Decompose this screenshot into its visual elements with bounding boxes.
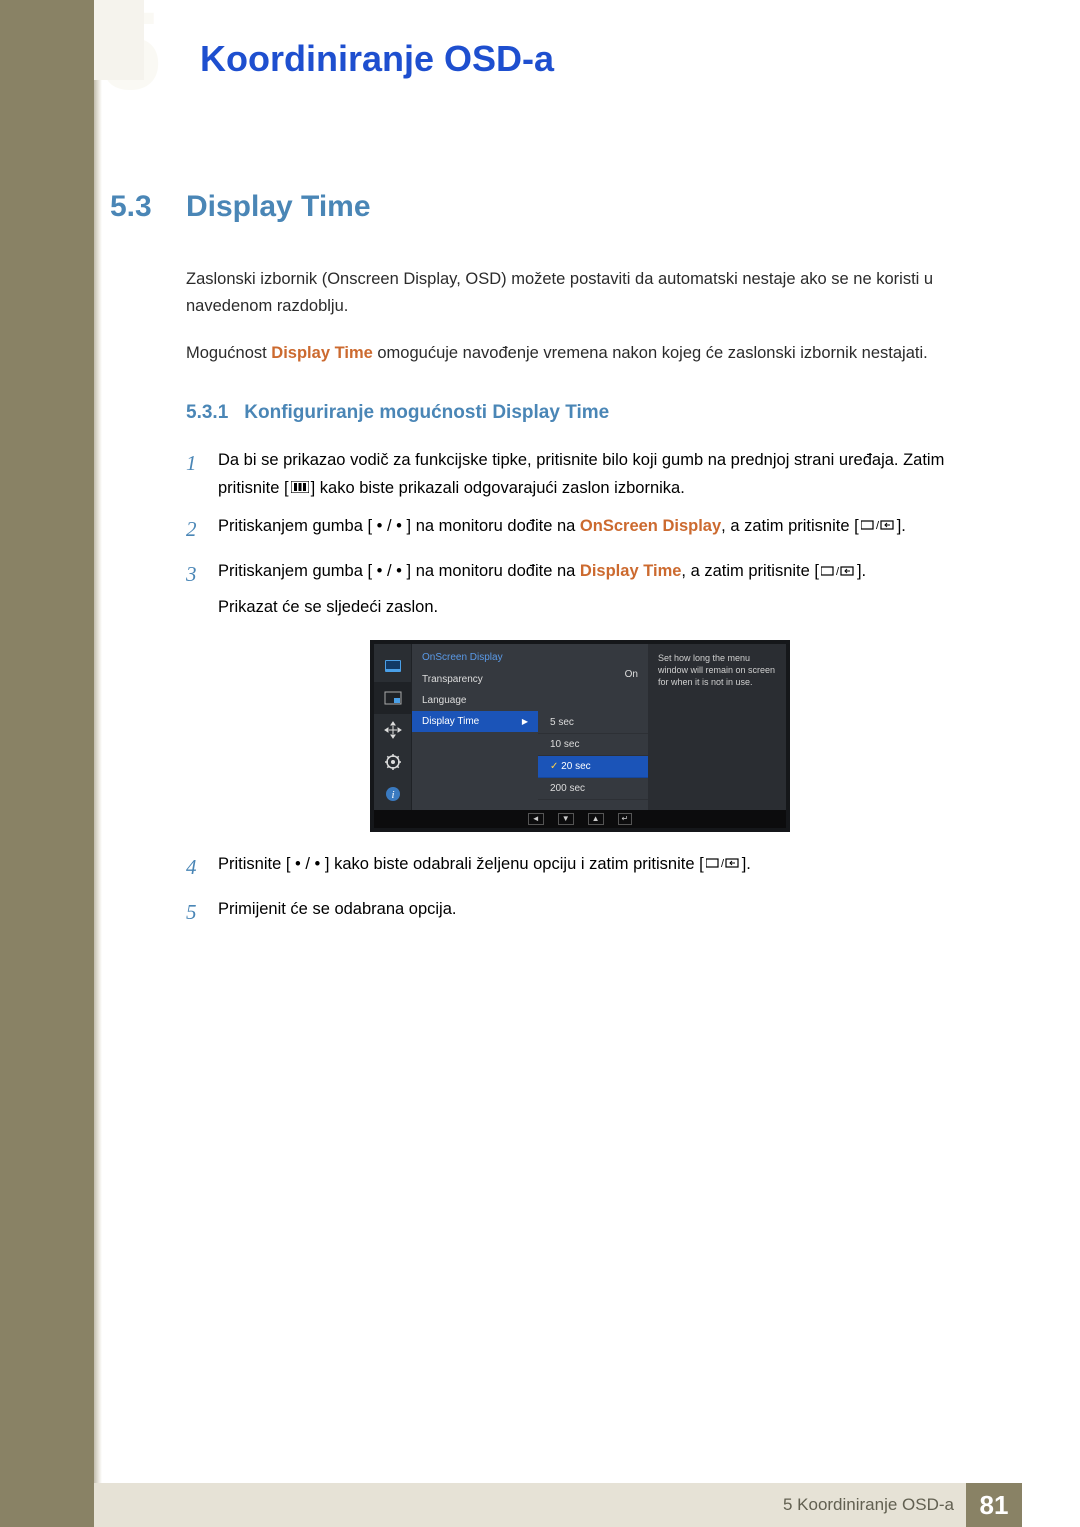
text-fragment: Prikazat će se sljedeći zaslon.: [218, 593, 866, 621]
section-title: Display Time: [186, 190, 371, 224]
osd-menu-header: OnScreen Display: [412, 650, 538, 669]
step-5: 5 Primijenit će se odabrana opcija.: [186, 895, 990, 931]
left-margin-bar: [0, 0, 94, 1527]
osd-screenshot: i OnScreen Display Transparency Language…: [370, 640, 790, 832]
dots-separator: • / •: [372, 562, 406, 580]
highlight-display-time: Display Time: [271, 344, 373, 362]
osd-item-language: Language: [412, 690, 538, 711]
osd-nav-footer: ◄ ▼ ▲ ↵: [374, 810, 786, 828]
move-icon: [374, 714, 411, 746]
chevron-right-icon: ▶: [522, 717, 528, 726]
osd-item-label: Transparency: [422, 674, 483, 685]
step-number: 5: [186, 895, 204, 931]
step-2: 2 Pritiskanjem gumba [ • / • ] na monito…: [186, 512, 990, 548]
osd-help-column: Set how long the menu window will remain…: [648, 644, 786, 810]
text-fragment: Pritisnite [: [218, 855, 290, 873]
svg-text:i: i: [391, 789, 394, 801]
text-fragment: Primijenit će se odabrana opcija.: [218, 895, 456, 931]
subsection-heading: 5.3.1 Konfiguriranje mogućnosti Display …: [186, 402, 990, 424]
text-fragment: ] na monitoru dođite na: [407, 517, 580, 535]
step-4: 4 Pritisnite [ • / • ] kako biste odabra…: [186, 850, 990, 886]
text-fragment: ] kako biste prikazali odgovarajući zasl…: [311, 479, 685, 497]
osd-options-column: On 5 sec 10 sec 20 sec 200 sec: [538, 644, 648, 810]
text-fragment: ].: [857, 562, 866, 580]
info-icon: i: [374, 778, 411, 810]
text-fragment: ] na monitoru dođite na: [407, 562, 580, 580]
content-area: 5.3 Display Time Zaslonski izbornik (Ons…: [110, 190, 990, 941]
page-shadow: [94, 0, 102, 1527]
step-number: 2: [186, 512, 204, 548]
section-heading: 5.3 Display Time: [110, 190, 990, 224]
text-fragment: ].: [742, 855, 751, 873]
osd-item-value: On: [625, 669, 638, 680]
text-fragment: ] kako biste odabrali željenu opciju i z…: [325, 855, 704, 873]
page-footer: 5 Koordiniranje OSD-a 81: [94, 1483, 1080, 1527]
osd-item-display-time: Display Time ▶: [412, 711, 538, 732]
nav-down-icon: ▼: [558, 813, 574, 825]
osd-option: 200 sec: [538, 778, 648, 800]
chapter-tab: [94, 0, 144, 80]
subsection-number: 5.3.1: [186, 402, 228, 424]
step-3: 3 Pritiskanjem gumba [ • / • ] na monito…: [186, 557, 990, 621]
text-fragment: omogućuje navođenje vremena nakon kojeg …: [373, 344, 928, 362]
enter-combo-icon: /: [821, 564, 855, 581]
nav-left-icon: ◄: [528, 813, 544, 825]
intro-text: Zaslonski izbornik (Onscreen Display, OS…: [186, 266, 990, 368]
intro-paragraph-2: Mogućnost Display Time omogućuje navođen…: [186, 340, 990, 367]
highlight-display-time: Display Time: [580, 562, 682, 580]
enter-combo-icon: /: [706, 856, 740, 873]
step-1: 1 Da bi se prikazao vodič za funkcijske …: [186, 446, 990, 502]
dots-separator: • / •: [290, 855, 324, 873]
osd-option: 10 sec: [538, 734, 648, 756]
page-title: Koordiniranje OSD-a: [200, 38, 554, 80]
step-number: 3: [186, 557, 204, 621]
enter-combo-icon: /: [861, 518, 895, 535]
step-number: 4: [186, 850, 204, 886]
intro-paragraph-1: Zaslonski izbornik (Onscreen Display, OS…: [186, 266, 990, 320]
svg-text:/: /: [876, 520, 880, 531]
gear-icon: [374, 746, 411, 778]
osd-main-panel: OnScreen Display Transparency Language D…: [412, 644, 786, 810]
text-fragment: Mogućnost: [186, 344, 271, 362]
nav-up-icon: ▲: [588, 813, 604, 825]
svg-text:/: /: [721, 858, 725, 869]
text-fragment: ].: [897, 517, 906, 535]
footer-page-number: 81: [966, 1483, 1022, 1527]
osd-option-selected: 20 sec: [538, 756, 648, 778]
osd-menu-column: OnScreen Display Transparency Language D…: [412, 644, 538, 810]
text-fragment: Pritiskanjem gumba [: [218, 517, 372, 535]
picture-icon: [374, 650, 411, 682]
dots-separator: • / •: [372, 517, 406, 535]
text-fragment: Pritiskanjem gumba [: [218, 562, 372, 580]
osd-coordinate-icon: [374, 682, 411, 714]
text-fragment: , a zatim pritisnite [: [721, 517, 859, 535]
subsection-title: Konfiguriranje mogućnosti Display Time: [244, 402, 609, 424]
osd-item-transparency: Transparency: [412, 669, 538, 690]
footer-chapter-label: 5 Koordiniranje OSD-a: [783, 1495, 954, 1515]
osd-sidebar: i: [374, 644, 412, 810]
osd-item-label: Language: [422, 695, 467, 706]
step-number: 1: [186, 446, 204, 502]
osd-item-label: Display Time: [422, 716, 479, 727]
svg-text:/: /: [836, 566, 840, 577]
footer-cap: [1022, 1483, 1080, 1527]
text-fragment: , a zatim pritisnite [: [681, 562, 819, 580]
section-number: 5.3: [110, 190, 164, 224]
menu-icon: [291, 480, 309, 497]
osd-option: 5 sec: [538, 712, 648, 734]
highlight-onscreen-display: OnScreen Display: [580, 517, 721, 535]
nav-enter-icon: ↵: [618, 813, 633, 825]
